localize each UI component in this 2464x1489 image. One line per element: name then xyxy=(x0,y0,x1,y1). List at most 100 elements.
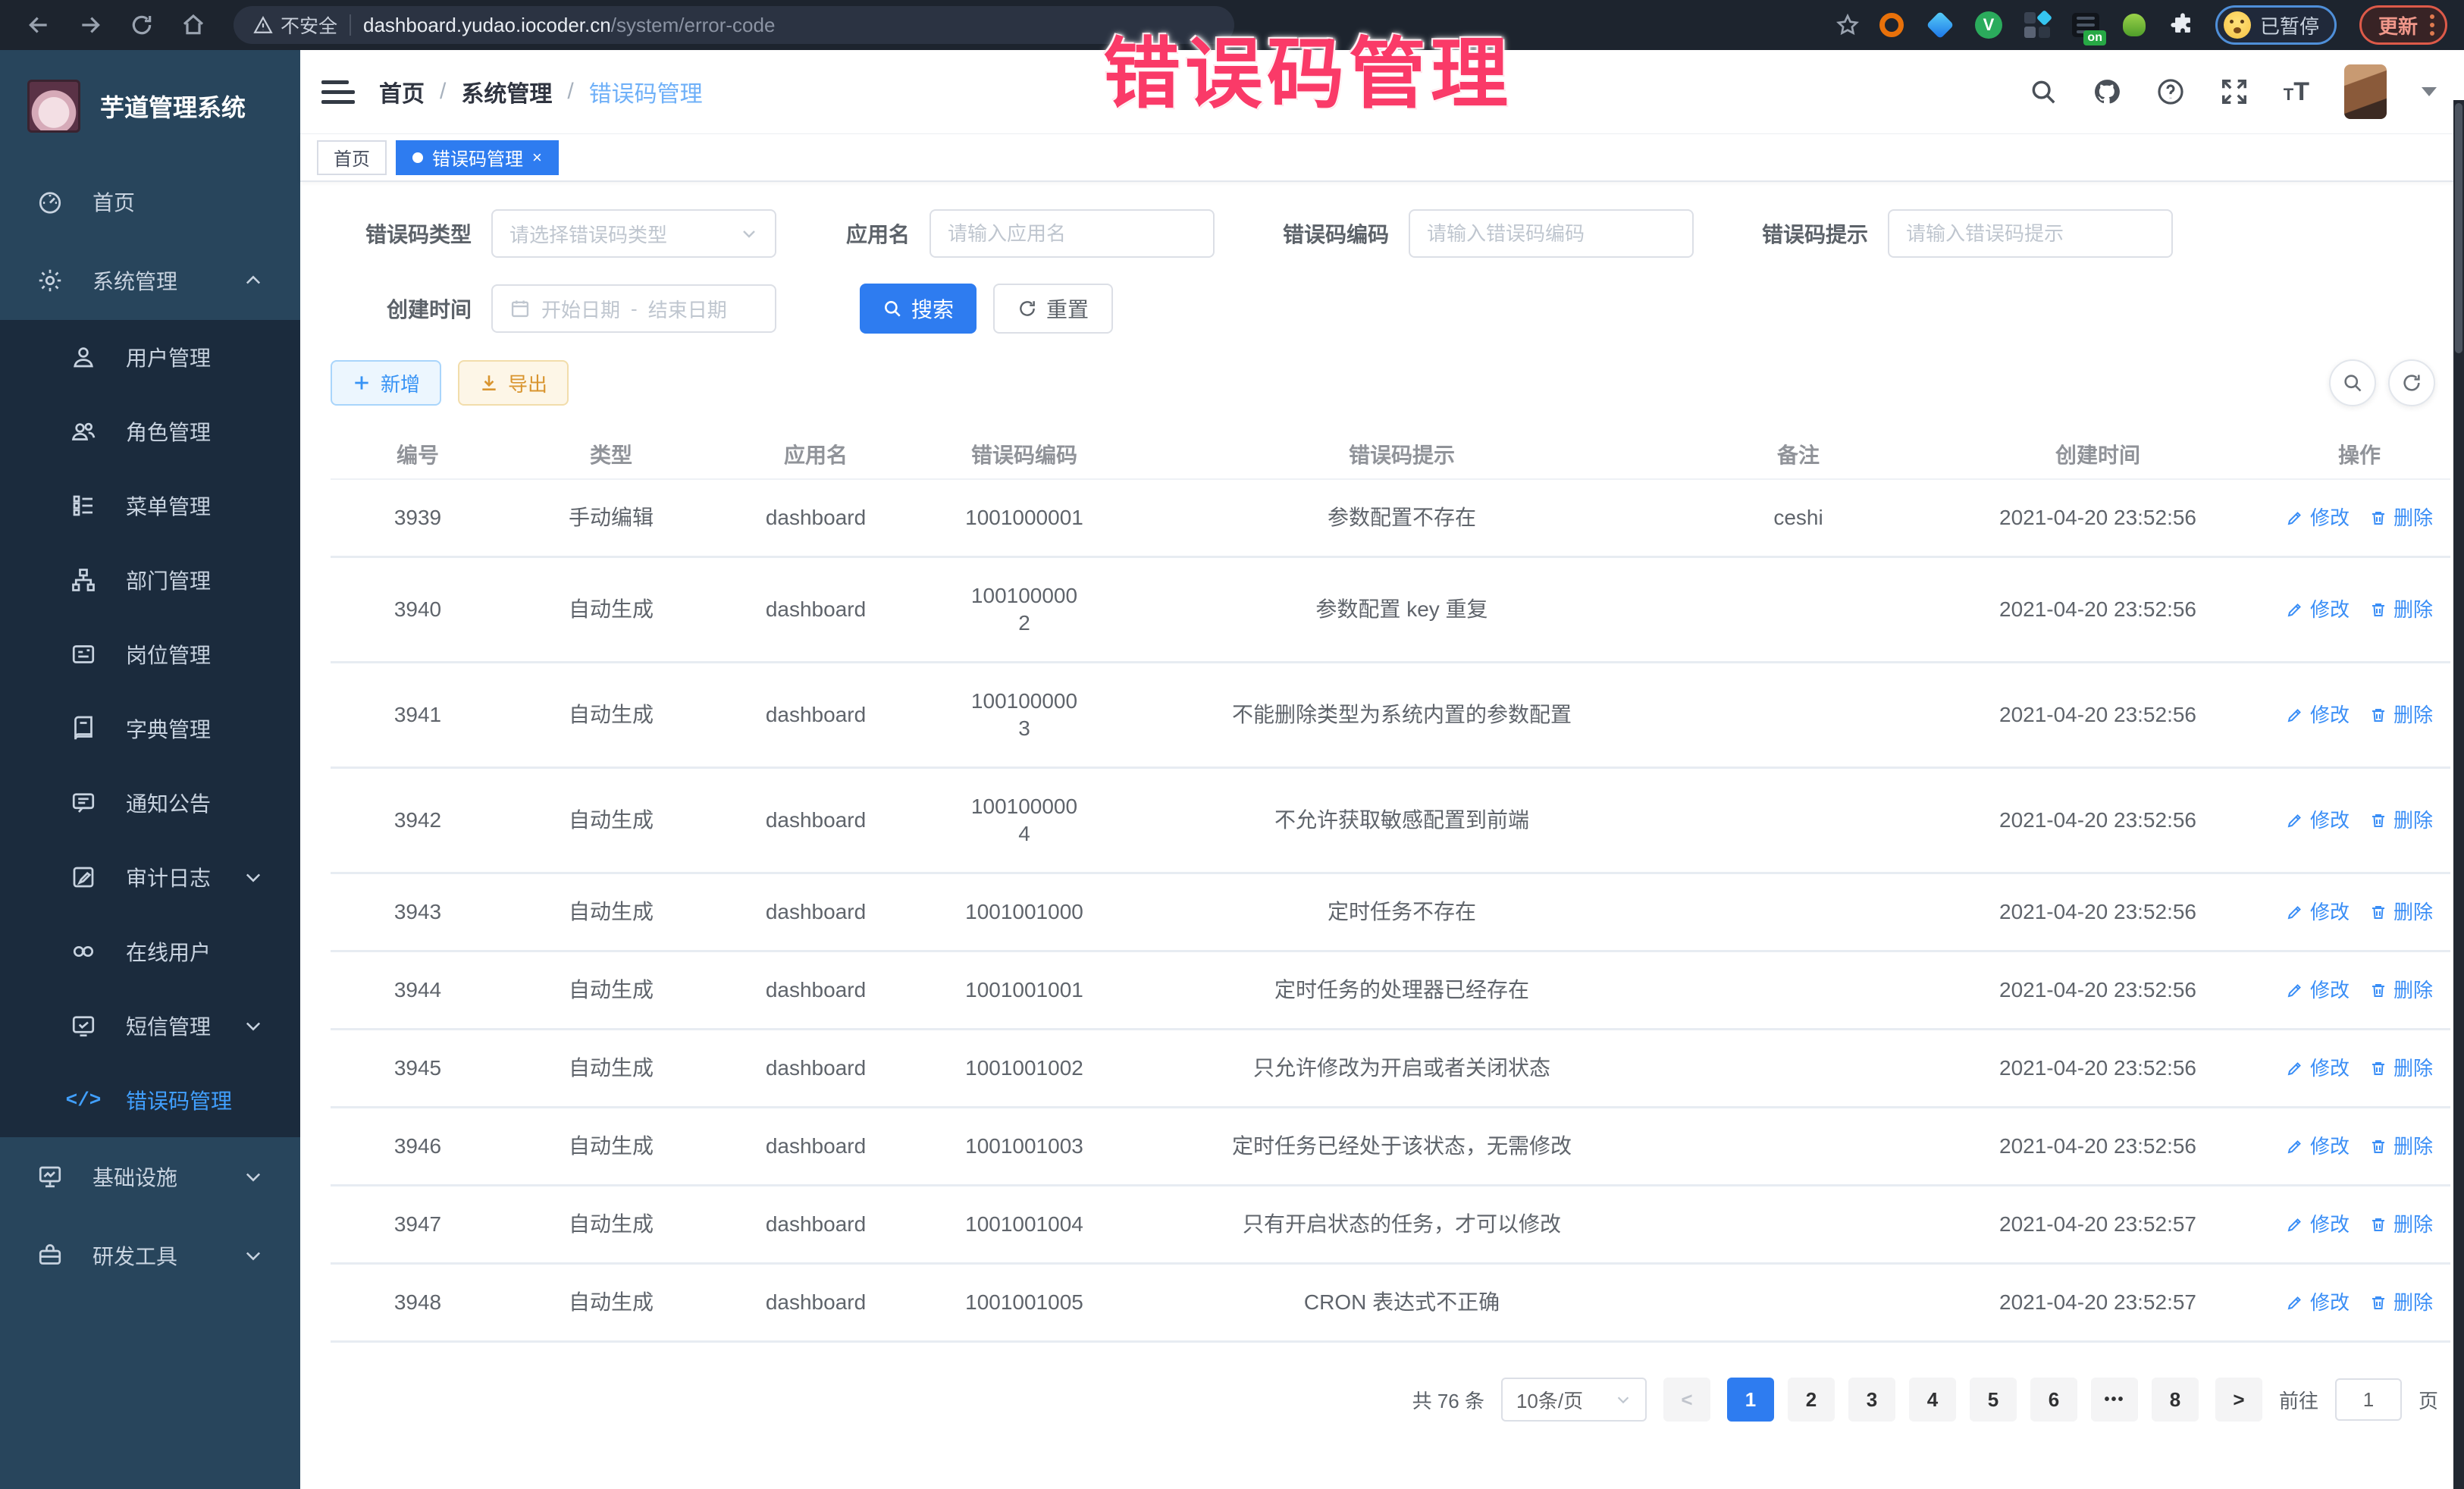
tag-home[interactable]: 首页 xyxy=(317,140,387,175)
edit-link[interactable]: 修改 xyxy=(2286,504,2350,531)
page-button-1[interactable]: 1 xyxy=(1727,1378,1774,1422)
row-actions: 修改删除 xyxy=(2268,951,2450,1030)
edit-link[interactable]: 修改 xyxy=(2286,807,2350,834)
sidebar-item-infrastructure[interactable]: 基础设施 xyxy=(0,1137,300,1216)
edit-link[interactable]: 修改 xyxy=(2286,1133,2350,1160)
tag-error-code-active[interactable]: 错误码管理 × xyxy=(396,140,559,175)
sidebar-item-dev-tools[interactable]: 研发工具 xyxy=(0,1216,300,1295)
page-button-6[interactable]: 6 xyxy=(2030,1378,2077,1422)
row-memo xyxy=(1669,1030,1927,1108)
edit-link[interactable]: 修改 xyxy=(2286,976,2350,1004)
address-bar[interactable]: 不安全 dashboard.yudao.iocoder.cn/system/er… xyxy=(234,6,1234,44)
sidebar-item-department-tree[interactable]: 部门管理 xyxy=(0,543,300,617)
error-type-select[interactable]: 请选择错误码类型 xyxy=(491,209,776,258)
extension-orange-ring-icon[interactable] xyxy=(1877,11,1906,39)
delete-link[interactable]: 删除 xyxy=(2369,976,2433,1004)
browser-forward-icon[interactable] xyxy=(68,5,112,45)
tag-close-icon[interactable]: × xyxy=(532,148,542,168)
sidebar-item-post-badge[interactable]: 岗位管理 xyxy=(0,617,300,691)
font-size-icon[interactable]: TT xyxy=(2284,77,2309,107)
sidebar-item-dashboard[interactable]: 首页 xyxy=(0,162,300,241)
browser-update-button[interactable]: 更新 xyxy=(2359,5,2447,45)
user-avatar[interactable] xyxy=(2344,64,2387,119)
delete-link[interactable]: 删除 xyxy=(2369,1133,2433,1160)
extensions-puzzle-icon[interactable] xyxy=(2168,11,2197,39)
profile-paused-badge[interactable]: 已暂停 xyxy=(2215,5,2337,45)
edit-link[interactable]: 修改 xyxy=(2286,1055,2350,1082)
error-msg-input[interactable] xyxy=(1906,222,2155,246)
create-time-range-picker[interactable]: 开始日期 - 结束日期 xyxy=(491,284,776,333)
browser-reload-icon[interactable] xyxy=(120,5,164,45)
page-button-2[interactable]: 2 xyxy=(1788,1378,1835,1422)
error-code-input[interactable] xyxy=(1427,222,1676,246)
page-ellipsis-button[interactable]: ••• xyxy=(2091,1378,2138,1422)
row-id: 3947 xyxy=(331,1186,505,1264)
row-type: 自动生成 xyxy=(505,1108,717,1186)
dev-tools-icon xyxy=(33,1239,67,1272)
prev-page-button[interactable]: < xyxy=(1663,1378,1710,1422)
browser-back-icon[interactable] xyxy=(17,5,61,45)
page-scrollbar[interactable] xyxy=(2453,100,2464,1489)
toggle-search-icon[interactable] xyxy=(2329,359,2376,406)
breadcrumb-system[interactable]: 系统管理 xyxy=(461,75,552,108)
extension-switch-on-icon[interactable]: on xyxy=(2071,11,2100,39)
sidebar-item-gear[interactable]: 系统管理 xyxy=(0,241,300,320)
browser-home-icon[interactable] xyxy=(171,5,215,45)
sidebar-item-error-code[interactable]: </>错误码管理 xyxy=(0,1063,300,1137)
export-button[interactable]: 导出 xyxy=(458,360,569,406)
trash-icon xyxy=(2369,1293,2387,1312)
delete-link[interactable]: 删除 xyxy=(2369,1211,2433,1238)
delete-link[interactable]: 删除 xyxy=(2369,701,2433,729)
scrollbar-thumb[interactable] xyxy=(2455,103,2462,353)
page-button-3[interactable]: 3 xyxy=(1848,1378,1895,1422)
reset-button[interactable]: 重置 xyxy=(993,284,1113,334)
sidebar-item-menu-list[interactable]: 菜单管理 xyxy=(0,469,300,543)
sidebar-fold-icon[interactable] xyxy=(321,75,355,108)
breadcrumb-home[interactable]: 首页 xyxy=(379,75,425,108)
edit-link[interactable]: 修改 xyxy=(2286,1289,2350,1316)
browser-menu-kebab-icon[interactable] xyxy=(2430,14,2434,36)
app-name-input[interactable] xyxy=(948,222,1196,246)
edit-link[interactable]: 修改 xyxy=(2286,898,2350,926)
delete-link[interactable]: 删除 xyxy=(2369,504,2433,531)
sidebar-item-audit-log[interactable]: 审计日志 xyxy=(0,840,300,914)
page-button-4[interactable]: 4 xyxy=(1909,1378,1956,1422)
page-button-8[interactable]: 8 xyxy=(2152,1378,2199,1422)
edit-link-label: 修改 xyxy=(2310,504,2350,531)
search-button[interactable]: 搜索 xyxy=(860,284,977,334)
sidebar-item-online-users[interactable]: 在线用户 xyxy=(0,914,300,989)
extension-blue-gem-icon[interactable] xyxy=(1926,11,1955,39)
not-secure-warning[interactable]: 不安全 xyxy=(253,11,337,39)
extension-green-key-icon[interactable] xyxy=(2120,11,2149,39)
bookmark-star-icon[interactable] xyxy=(1826,5,1870,45)
delete-link[interactable]: 删除 xyxy=(2369,1289,2433,1316)
extension-green-check-icon[interactable]: V xyxy=(1974,11,2003,39)
page-size-select[interactable]: 10条/页 xyxy=(1501,1378,1647,1422)
profile-emoji-avatar xyxy=(2224,11,2251,39)
edit-link[interactable]: 修改 xyxy=(2286,1211,2350,1238)
extension-grid-icon[interactable] xyxy=(2023,11,2052,39)
header-search-icon[interactable] xyxy=(2029,77,2058,106)
edit-link[interactable]: 修改 xyxy=(2286,701,2350,729)
delete-link[interactable]: 删除 xyxy=(2369,1055,2433,1082)
next-page-button[interactable]: > xyxy=(2215,1378,2262,1422)
app-logo-row[interactable]: 芋道管理系统 xyxy=(0,50,300,162)
sidebar-item-announcement[interactable]: 通知公告 xyxy=(0,766,300,840)
refresh-table-icon[interactable] xyxy=(2388,359,2435,406)
add-button[interactable]: 新增 xyxy=(331,360,441,406)
sidebar-item-user[interactable]: 用户管理 xyxy=(0,320,300,394)
row-code: 100100000 3 xyxy=(914,663,1134,768)
goto-page-input[interactable] xyxy=(2335,1378,2402,1421)
github-icon[interactable] xyxy=(2093,77,2121,106)
sidebar-item-roles[interactable]: 角色管理 xyxy=(0,394,300,469)
help-icon[interactable] xyxy=(2156,77,2185,106)
delete-link[interactable]: 删除 xyxy=(2369,898,2433,926)
fullscreen-icon[interactable] xyxy=(2220,77,2249,106)
page-button-5[interactable]: 5 xyxy=(1970,1378,2017,1422)
sidebar-item-dictionary-book[interactable]: 字典管理 xyxy=(0,691,300,766)
delete-link[interactable]: 删除 xyxy=(2369,807,2433,834)
user-menu-caret-icon[interactable] xyxy=(2422,87,2437,96)
delete-link[interactable]: 删除 xyxy=(2369,596,2433,623)
sidebar-item-sms[interactable]: 短信管理 xyxy=(0,989,300,1063)
edit-link[interactable]: 修改 xyxy=(2286,596,2350,623)
